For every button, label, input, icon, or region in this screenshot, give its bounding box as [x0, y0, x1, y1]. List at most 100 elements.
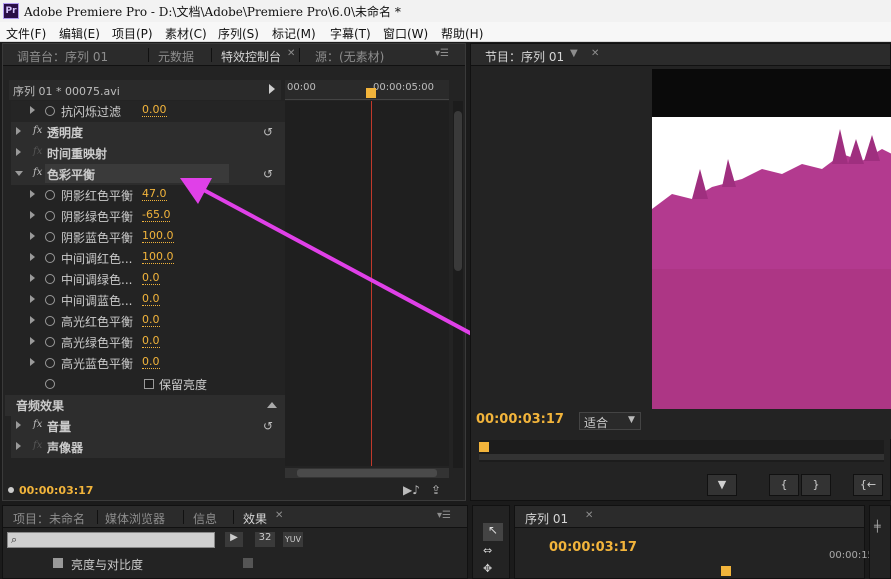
stopwatch-icon[interactable]: [45, 358, 55, 368]
param-row[interactable]: 阴影绿色平衡 -65.0: [11, 206, 285, 227]
param-value[interactable]: 100.0: [142, 230, 174, 243]
stopwatch-icon[interactable]: [45, 295, 55, 305]
param-value[interactable]: 0.0: [142, 335, 160, 348]
expand-triangle-icon[interactable]: [30, 106, 35, 114]
scrub-track[interactable]: [479, 454, 884, 460]
expand-triangle-icon[interactable]: [16, 127, 21, 135]
collapse-section-icon[interactable]: [267, 402, 277, 408]
param-row[interactable]: 高光绿色平衡 0.0: [11, 332, 285, 353]
program-timecode[interactable]: 00:00:03:17: [476, 412, 564, 427]
tab-media-browser[interactable]: 媒体浏览器: [105, 510, 165, 527]
close-icon[interactable]: ✕: [275, 510, 283, 521]
audio-effect-row-panner[interactable]: fx 声像器: [11, 437, 285, 458]
tab-project[interactable]: 项目：未命名: [13, 510, 85, 527]
param-value[interactable]: -65.0: [142, 209, 171, 222]
param-row[interactable]: 阴影红色平衡 47.0: [11, 185, 285, 206]
audio-effect-row-volume[interactable]: fx 音量 ↺: [11, 416, 285, 437]
mark-out-button[interactable]: }: [801, 474, 831, 496]
accelerated-effects-icon[interactable]: ▶: [225, 532, 243, 547]
play-audio-icon[interactable]: ▶♪: [403, 483, 420, 497]
menu-title[interactable]: 字幕(T): [330, 25, 371, 42]
tab-effects[interactable]: 效果: [243, 510, 267, 527]
param-row[interactable]: 抗闪烁过滤 0.00: [11, 101, 285, 122]
playhead-marker-icon[interactable]: [366, 88, 376, 98]
panel-menu-icon[interactable]: ▾☰: [435, 48, 449, 59]
yuv-effects-icon[interactable]: YUV: [283, 532, 303, 547]
param-row[interactable]: 高光蓝色平衡 0.0: [11, 353, 285, 374]
menu-window[interactable]: 窗口(W): [383, 25, 428, 42]
menu-clip[interactable]: 素材(C): [165, 25, 207, 42]
menu-file[interactable]: 文件(F): [6, 25, 46, 42]
mark-in-button[interactable]: {: [769, 474, 799, 496]
fit-dropdown[interactable]: 适合 ▼: [579, 412, 641, 430]
expand-triangle-icon[interactable]: [30, 358, 35, 366]
tab-source[interactable]: 源：(无素材): [315, 48, 384, 65]
tab-metadata[interactable]: 元数据: [158, 48, 194, 65]
stopwatch-icon[interactable]: [45, 337, 55, 347]
playhead-marker-icon[interactable]: [721, 566, 731, 576]
stopwatch-icon[interactable]: [45, 316, 55, 326]
panel-menu-icon[interactable]: ▾☰: [437, 510, 451, 521]
param-value[interactable]: 0.0: [142, 356, 160, 369]
stopwatch-icon[interactable]: [45, 253, 55, 263]
param-value[interactable]: 0.00: [142, 104, 167, 117]
expand-triangle-icon[interactable]: [16, 421, 21, 429]
playhead-marker-icon[interactable]: [479, 442, 489, 452]
scroll-thumb[interactable]: [297, 469, 437, 477]
effect-row-opacity[interactable]: fx 透明度 ↺: [11, 122, 285, 143]
reset-icon[interactable]: ↺: [263, 419, 273, 433]
stopwatch-icon[interactable]: [45, 379, 55, 389]
menu-project[interactable]: 项目(P): [112, 25, 153, 42]
effect-item-label[interactable]: 亮度与对比度: [71, 556, 143, 573]
effect-timeline[interactable]: [285, 101, 449, 466]
32bit-effects-icon[interactable]: 32: [255, 532, 275, 547]
close-icon[interactable]: ✕: [287, 48, 295, 59]
stopwatch-icon[interactable]: [45, 274, 55, 284]
tab-audio-mixer[interactable]: 调音台：序列 01: [17, 48, 108, 65]
menu-sequence[interactable]: 序列(S): [218, 25, 259, 42]
tab-info[interactable]: 信息: [193, 510, 217, 527]
selection-tool-icon[interactable]: ↖: [483, 523, 503, 541]
param-row[interactable]: 中间调蓝色... 0.0: [11, 290, 285, 311]
tab-program[interactable]: 节目：序列 01: [485, 48, 564, 65]
effect-row-time-remap[interactable]: fx 时间重映射: [11, 143, 285, 164]
menu-marker[interactable]: 标记(M): [272, 25, 316, 42]
expand-triangle-icon[interactable]: [30, 232, 35, 240]
param-row[interactable]: 高光红色平衡 0.0: [11, 311, 285, 332]
ripple-edit-tool-icon[interactable]: ✥: [483, 562, 492, 575]
horizontal-scrollbar[interactable]: [285, 468, 449, 478]
stopwatch-icon[interactable]: [45, 190, 55, 200]
effect-ruler[interactable]: 00:00 00:00:05:00: [285, 80, 449, 100]
param-row[interactable]: 中间调红色... 100.0: [11, 248, 285, 269]
expand-arrow-icon[interactable]: [269, 84, 275, 94]
expand-triangle-icon[interactable]: [30, 274, 35, 282]
expand-triangle-icon[interactable]: [16, 148, 21, 156]
export-icon[interactable]: ⇪: [431, 483, 441, 497]
close-icon[interactable]: ✕: [585, 510, 593, 521]
expand-triangle-icon[interactable]: [30, 337, 35, 345]
stopwatch-icon[interactable]: [45, 232, 55, 242]
param-row[interactable]: 阴影蓝色平衡 100.0: [11, 227, 285, 248]
preserve-luminosity-checkbox[interactable]: [144, 379, 154, 389]
param-value[interactable]: 0.0: [142, 314, 160, 327]
expand-triangle-icon[interactable]: [30, 253, 35, 261]
param-value[interactable]: 0.0: [142, 293, 160, 306]
reset-icon[interactable]: ↺: [263, 125, 273, 139]
current-timecode[interactable]: 00:00:03:17: [19, 484, 93, 497]
collapse-triangle-icon[interactable]: [15, 171, 23, 176]
track-select-tool-icon[interactable]: ⇔: [483, 544, 492, 557]
menu-edit[interactable]: 编辑(E): [59, 25, 100, 42]
go-to-in-button[interactable]: {←: [853, 474, 883, 496]
reset-icon[interactable]: ↺: [263, 167, 273, 181]
expand-triangle-icon[interactable]: [30, 316, 35, 324]
timeline-timecode[interactable]: 00:00:03:17: [549, 540, 637, 555]
scroll-thumb[interactable]: [454, 111, 462, 271]
vertical-scrollbar[interactable]: [453, 101, 463, 468]
close-icon[interactable]: ✕: [591, 48, 599, 59]
param-value[interactable]: 0.0: [142, 272, 160, 285]
param-row[interactable]: 中间调绿色... 0.0: [11, 269, 285, 290]
param-value[interactable]: 100.0: [142, 251, 174, 264]
video-frame[interactable]: [652, 69, 891, 409]
effect-row-color-balance[interactable]: fx 色彩平衡 ↺: [11, 164, 285, 185]
tab-effect-controls[interactable]: 特效控制台: [221, 48, 281, 65]
